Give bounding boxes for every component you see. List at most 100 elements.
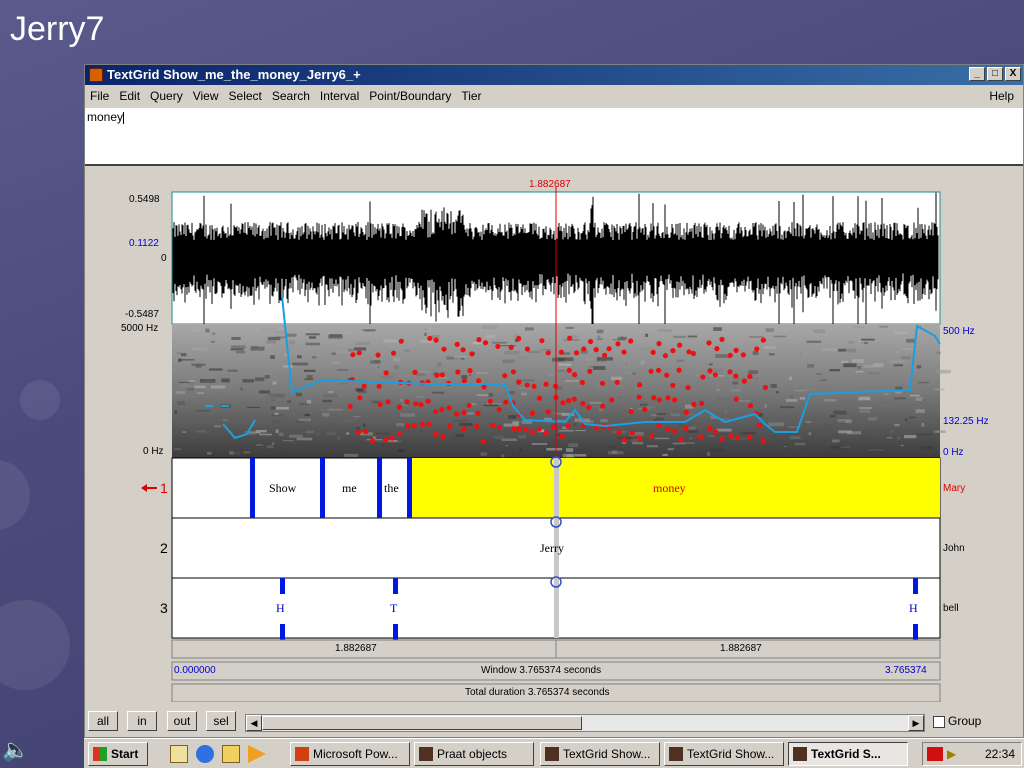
praat-icon [669,747,683,761]
spectrogram-speck [402,414,415,416]
spectrogram-speck [806,340,822,343]
taskbar-item-textgrid-1[interactable]: TextGrid Show... [540,742,660,766]
start-button[interactable]: Start [88,742,148,766]
sound-editor-canvas[interactable]: 1.882687 0.5498 0.1122 0 -0.5487 5000 Hz… [85,168,1023,702]
media-player-icon[interactable] [248,745,266,763]
menu-tier[interactable]: Tier [456,86,486,106]
spectrogram-speck [558,363,572,366]
menu-interval[interactable]: Interval [315,86,364,106]
formant-dot [636,394,642,400]
spectrogram-speck [296,437,313,441]
ati-icon[interactable] [927,747,943,761]
formant-dot [524,346,530,352]
spectrogram-speck [716,428,732,432]
menu-query[interactable]: Query [145,86,188,106]
taskbar-item-textgrid-2[interactable]: TextGrid Show... [664,742,784,766]
taskbar-item-powerpoint[interactable]: Microsoft Pow... [290,742,410,766]
formant-dot [411,423,417,429]
spectrogram-speck [831,439,840,443]
point-t[interactable]: T [390,601,397,616]
spectrogram-speck [505,444,509,447]
formant-dot [691,401,697,407]
interval-text-field[interactable]: money [85,108,1023,166]
left-duration-text[interactable]: 1.882687 [335,643,377,654]
group-checkbox[interactable]: Group [933,714,981,728]
spectrogram-speck [590,406,597,407]
tier-2-name: John [943,543,965,554]
formant-dot [671,397,678,403]
window-duration-text[interactable]: Window 3.765374 seconds [481,665,601,676]
formant-dot [566,367,572,373]
spectrogram-speck [806,368,814,373]
zoom-sel-button[interactable]: sel [206,711,236,731]
spectrogram-speck [518,434,526,439]
menu-help[interactable]: Help [984,86,1019,106]
spectrogram-speck [808,432,811,435]
zoom-in-button[interactable]: in [127,711,157,731]
selected-tier-arrow-icon [141,484,157,492]
interval-the[interactable]: the [384,481,399,496]
point-h-2[interactable]: H [909,601,918,616]
spectrogram-speck [574,454,587,457]
spectrogram-speck [783,446,787,448]
total-duration-text[interactable]: Total duration 3.765374 seconds [465,687,610,698]
taskbar-item-label: Microsoft Pow... [313,747,398,761]
spectrogram-speck [625,361,628,366]
formant-dot [447,423,453,429]
formant-dot [523,427,529,433]
menu-view[interactable]: View [188,86,224,106]
interval-show[interactable]: Show [269,481,296,496]
spectrogram-speck [646,445,658,448]
spectrogram-speck [709,363,713,366]
formant-dot [579,379,585,386]
scrollbar-thumb[interactable] [262,716,582,730]
spectrogram-speck [916,433,933,436]
interval-money[interactable]: money [653,481,686,496]
scroll-left-arrow-icon[interactable]: ◀ [246,715,262,731]
internet-explorer-icon[interactable] [196,745,214,763]
spectrogram-speck [267,445,274,449]
minimize-button[interactable]: _ [969,67,985,81]
spectrogram-speck [689,437,693,440]
formant-dot [460,347,466,353]
zoom-all-button[interactable]: all [88,711,118,731]
spectrogram-speck [861,338,875,341]
speaker-icon[interactable]: 🔈 [2,736,30,764]
spectrogram-speck [174,410,177,415]
formant-dot [642,406,648,412]
spectrogram-speck [732,381,739,385]
window-titlebar[interactable]: TextGrid Show_me_the_money_Jerry6_+ _ □ … [85,65,1023,85]
volume-icon[interactable]: ▶ [947,743,956,765]
formant-dot [539,338,545,344]
menu-select[interactable]: Select [224,86,267,106]
spectrogram-speck [214,425,221,428]
point-h-1[interactable]: H [276,601,285,616]
spectrogram-speck [240,387,243,391]
close-button[interactable]: X [1005,67,1021,81]
interval-me[interactable]: me [342,481,357,496]
right-duration-text[interactable]: 1.882687 [720,643,762,654]
scroll-right-arrow-icon[interactable]: ▶ [908,715,924,731]
maximize-button[interactable]: □ [987,67,1003,81]
show-desktop-icon[interactable] [170,745,188,763]
taskbar-item-textgrid-3[interactable]: TextGrid S... [788,742,908,766]
spectrogram-speck [798,352,802,354]
spectrogram-speck [239,384,252,386]
formant-dot [536,426,542,432]
horizontal-scrollbar[interactable]: ◀ ▶ [245,714,925,732]
spectrogram-speck [492,341,507,344]
formant-dot [670,382,676,388]
menu-point-boundary[interactable]: Point/Boundary [364,86,456,106]
outlook-icon[interactable] [222,745,240,763]
formant-dot [396,404,402,410]
formant-dot [676,342,683,348]
checkbox-icon[interactable] [933,715,945,728]
zoom-out-button[interactable]: out [167,711,197,731]
spectrogram-speck [748,370,759,374]
taskbar-item-praat-objects[interactable]: Praat objects [414,742,534,766]
menu-search[interactable]: Search [267,86,315,106]
interval-jerry[interactable]: Jerry [540,541,564,556]
menu-edit[interactable]: Edit [114,86,145,106]
menu-file[interactable]: File [85,86,114,106]
formant-dot [476,337,482,343]
